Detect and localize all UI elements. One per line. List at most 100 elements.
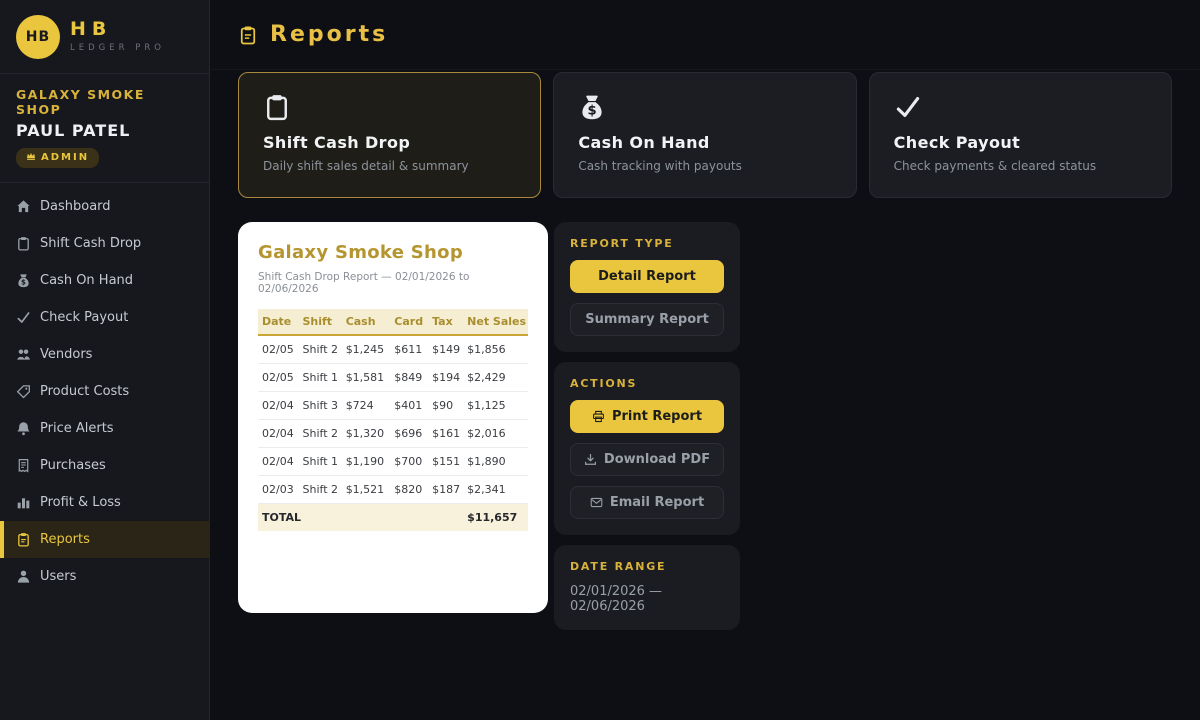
table-header-row: DateShiftCashCardTaxNet Sales [258, 309, 528, 335]
table-cell: $611 [390, 335, 428, 364]
home-icon [16, 199, 31, 214]
bell-icon [16, 421, 31, 436]
sidebar-item-label: Profit & Loss [40, 495, 121, 510]
sidebar-item-reports[interactable]: Reports [0, 521, 209, 558]
role-label: ADMIN [41, 152, 89, 163]
sidebar-item-label: Cash On Hand [40, 273, 133, 288]
table-cell: $161 [428, 420, 463, 448]
sidebar-item-label: Reports [40, 532, 90, 547]
table-cell: 02/04 [258, 420, 299, 448]
column-header-net-sales: Net Sales [463, 309, 528, 335]
table-cell: $90 [428, 392, 463, 420]
download-pdf-button[interactable]: Download PDF [570, 443, 724, 476]
check-icon [894, 93, 1147, 125]
total-label: TOTAL [258, 504, 299, 532]
sidebar-item-label: Users [40, 569, 76, 584]
table-cell: $1,125 [463, 392, 528, 420]
table-row: 02/04Shift 2$1,320$696$161$2,016 [258, 420, 528, 448]
table-cell: $187 [428, 476, 463, 504]
sidebar-item-label: Purchases [40, 458, 106, 473]
table-cell: 02/04 [258, 392, 299, 420]
svg-text:$: $ [21, 278, 26, 287]
brand-tagline: LEDGER PRO [70, 43, 165, 53]
table-cell: $1,190 [342, 448, 391, 476]
sidebar-item-vendors[interactable]: Vendors [0, 336, 209, 373]
sidebar-item-purchases[interactable]: Purchases [0, 447, 209, 484]
main-content: Reports Shift Cash DropDaily shift sales… [210, 0, 1200, 720]
money-bag-icon: $ [578, 93, 831, 125]
column-header-date: Date [258, 309, 299, 335]
role-badge: ADMIN [16, 148, 99, 168]
table-cell: Shift 2 [299, 476, 342, 504]
print-report-button[interactable]: Print Report [570, 400, 724, 433]
report-type-label: REPORT TYPE [570, 237, 724, 250]
column-header-card: Card [390, 309, 428, 335]
check-icon [16, 310, 31, 325]
card-title: Cash On Hand [578, 133, 831, 152]
sidebar-item-label: Dashboard [40, 199, 111, 214]
bar-chart-icon [16, 495, 31, 510]
table-cell: $724 [342, 392, 391, 420]
report-preview-title: Galaxy Smoke Shop [258, 242, 528, 263]
total-value: $11,657 [463, 504, 528, 532]
svg-text:$: $ [588, 104, 597, 119]
total-spacer [390, 504, 428, 532]
table-row: 02/05Shift 2$1,245$611$149$1,856 [258, 335, 528, 364]
table-cell: $1,856 [463, 335, 528, 364]
email-report-button[interactable]: Email Report [570, 486, 724, 519]
date-range-label: DATE RANGE [570, 560, 724, 573]
page-title: Reports [270, 22, 388, 47]
table-row: 02/04Shift 3$724$401$90$1,125 [258, 392, 528, 420]
sidebar-item-cash-on-hand[interactable]: $ Cash On Hand [0, 262, 209, 299]
table-cell: $149 [428, 335, 463, 364]
table-cell: 02/03 [258, 476, 299, 504]
actions-label: ACTIONS [570, 377, 724, 390]
sidebar-item-label: Price Alerts [40, 421, 114, 436]
sidebar-item-dashboard[interactable]: Dashboard [0, 188, 209, 225]
card-subtitle: Check payments & cleared status [894, 159, 1147, 173]
report-type-cards: Shift Cash DropDaily shift sales detail … [238, 72, 1172, 198]
money-bag-icon: $ [16, 273, 31, 288]
sidebar-item-shift-cash-drop[interactable]: Shift Cash Drop [0, 225, 209, 262]
logo-section: HB HB LEDGER PRO [0, 0, 209, 74]
button-label: Summary Report [585, 312, 709, 327]
table-row: 02/04Shift 1$1,190$700$151$1,890 [258, 448, 528, 476]
page-header: Reports [210, 0, 1200, 70]
sidebar-item-product-costs[interactable]: Product Costs [0, 373, 209, 410]
table-cell: $194 [428, 364, 463, 392]
detail-report-button[interactable]: Detail Report [570, 260, 724, 293]
date-range-panel: DATE RANGE 02/01/2026 — 02/06/2026 [554, 545, 740, 630]
content-row: Galaxy Smoke Shop Shift Cash Drop Report… [238, 222, 1172, 630]
table-total-row: TOTAL $11,657 [258, 504, 528, 532]
button-label: Detail Report [598, 269, 696, 284]
right-panels: REPORT TYPE Detail ReportSummary Report … [554, 222, 740, 630]
table-cell: $1,245 [342, 335, 391, 364]
summary-report-button[interactable]: Summary Report [570, 303, 724, 336]
table-cell: $401 [390, 392, 428, 420]
table-cell: $1,890 [463, 448, 528, 476]
tag-icon [16, 384, 31, 399]
total-spacer [342, 504, 391, 532]
table-row: 02/05Shift 1$1,581$849$194$2,429 [258, 364, 528, 392]
report-type-card-shift-cash-drop[interactable]: Shift Cash DropDaily shift sales detail … [238, 72, 541, 198]
sidebar-item-users[interactable]: Users [0, 558, 209, 595]
sidebar-item-price-alerts[interactable]: Price Alerts [0, 410, 209, 447]
sidebar-item-label: Check Payout [40, 310, 128, 325]
brand-logo: HB [16, 15, 60, 59]
sidebar-item-label: Shift Cash Drop [40, 236, 141, 251]
card-title: Shift Cash Drop [263, 133, 516, 152]
table-cell: Shift 2 [299, 335, 342, 364]
sidebar-item-profit-loss[interactable]: Profit & Loss [0, 484, 209, 521]
date-range-value: 02/01/2026 — 02/06/2026 [570, 584, 724, 614]
table-cell: Shift 1 [299, 448, 342, 476]
user-icon [16, 569, 31, 584]
report-type-card-check-payout[interactable]: Check PayoutCheck payments & cleared sta… [869, 72, 1172, 198]
sidebar-item-check-payout[interactable]: Check Payout [0, 299, 209, 336]
shop-name: GALAXY SMOKE SHOP [16, 87, 193, 117]
column-header-shift: Shift [299, 309, 342, 335]
table-cell: $2,429 [463, 364, 528, 392]
user-section: GALAXY SMOKE SHOP PAUL PATEL ADMIN [0, 74, 209, 183]
download-icon [584, 453, 597, 466]
table-cell: 02/05 [258, 364, 299, 392]
report-type-card-cash-on-hand[interactable]: $Cash On HandCash tracking with payouts [553, 72, 856, 198]
